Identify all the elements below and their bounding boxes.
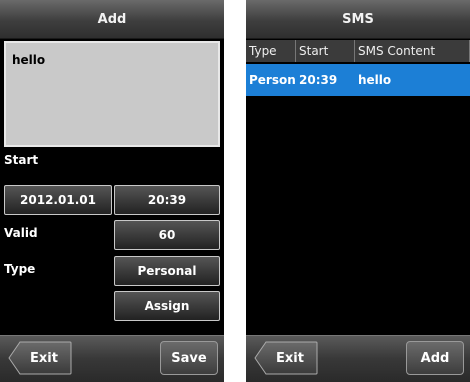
add-button[interactable]: Add [406, 341, 464, 375]
bottom-toolbar: Exit Save [0, 335, 224, 382]
exit-label: Exit [276, 350, 304, 366]
bottom-toolbar: Exit Add [246, 335, 470, 382]
column-header-content: SMS Content [355, 40, 470, 62]
column-header-type: Type [246, 40, 296, 62]
type-label: Type [4, 262, 36, 276]
add-label: Add [420, 350, 450, 366]
message-text: hello [12, 53, 46, 67]
exit-button[interactable]: Exit [8, 341, 72, 375]
exit-label: Exit [30, 350, 58, 366]
valid-duration-button[interactable]: 60 [114, 220, 220, 250]
start-label: Start [4, 153, 39, 167]
column-header-start: Start [296, 40, 355, 62]
row-content: hello [358, 73, 392, 87]
row-start: 20:39 [299, 73, 338, 87]
page-title: SMS [342, 11, 374, 27]
valid-label: Valid [4, 226, 38, 240]
exit-button[interactable]: Exit [254, 341, 318, 375]
table-row[interactable]: Personal 20:39 hello [246, 64, 470, 96]
table-header: Type Start SMS Content [246, 40, 470, 62]
start-time-button[interactable]: 20:39 [114, 185, 220, 215]
add-sms-screen: Add hello Start 2012.01.01 20:39 Valid 6… [0, 0, 224, 382]
title-bar: Add [0, 0, 224, 39]
save-button[interactable]: Save [160, 341, 218, 375]
start-date-button[interactable]: 2012.01.01 [4, 185, 112, 215]
assign-button[interactable]: Assign [114, 291, 220, 321]
message-text-area[interactable]: hello [4, 41, 220, 147]
title-bar: SMS [246, 0, 470, 39]
save-label: Save [171, 350, 207, 366]
sms-list-screen: SMS Type Start SMS Content Personal 20:3… [246, 0, 470, 382]
type-select-button[interactable]: Personal [114, 256, 220, 286]
page-title: Add [97, 11, 127, 27]
row-type: Personal [249, 73, 296, 87]
